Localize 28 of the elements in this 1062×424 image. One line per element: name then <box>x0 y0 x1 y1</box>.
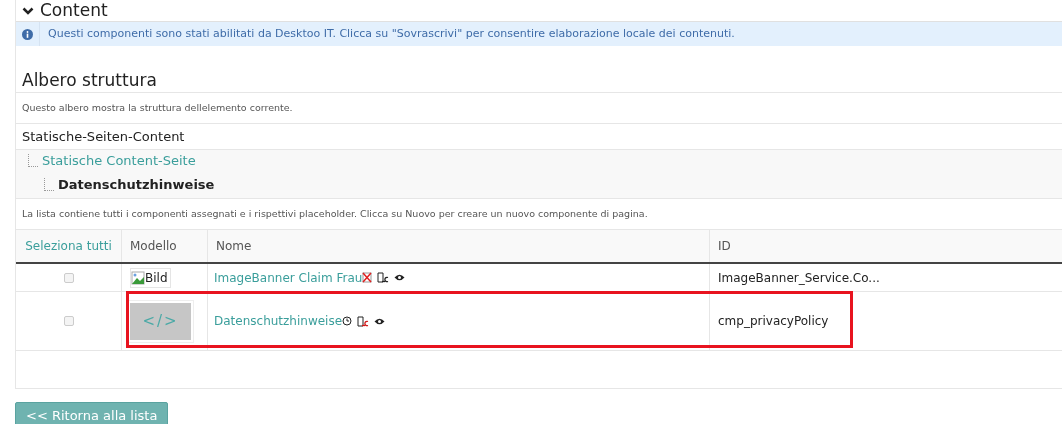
tree-link[interactable]: Statische Content-Seite <box>42 153 196 168</box>
column-header: Nome <box>216 238 252 255</box>
tree-item: Datenschutzhinweise <box>58 177 215 192</box>
info-text: Questi componenti sono stati abilitati da Desktoo IT. Clicca su "Sovrascrivi" per consentire elaborazione locale dei contenuti. <box>48 25 735 42</box>
page-icon[interactable] <box>377 272 390 283</box>
code-thumbnail: </> <box>130 302 191 340</box>
tree-description: Questo albero mostra la struttura dellelemento corrente. <box>22 100 293 115</box>
component-link[interactable]: Datenschutzhinweise <box>214 312 343 330</box>
clock-icon[interactable] <box>342 316 353 326</box>
chevron-down-icon[interactable] <box>22 6 34 15</box>
list-description: La lista contiene tutti i componenti assegnati e i rispettivi placeholder. Clicca su Nuovo per creare un nuovo componente di pagina. <box>22 206 648 221</box>
eye-icon[interactable] <box>374 317 386 325</box>
row-checkbox[interactable] <box>63 272 74 283</box>
crossed-page-icon[interactable] <box>362 272 373 283</box>
column-header: Modello <box>130 238 177 255</box>
table-cell-text: cmp_privacyPolicy <box>718 313 829 330</box>
column-header: ID <box>718 238 731 255</box>
eye-icon[interactable] <box>394 274 406 281</box>
back-button[interactable]: << Ritorna alla lista <box>15 402 169 424</box>
section-title: Content <box>40 2 108 19</box>
tree-item[interactable]: Statische-Seiten-Content <box>22 126 185 147</box>
tree-heading: Albero struttura <box>22 72 157 89</box>
component-link[interactable]: ImageBanner Claim Frau <box>214 268 363 287</box>
info-icon <box>22 28 33 40</box>
select-all-link[interactable]: Seleziona tutti <box>25 237 112 255</box>
row-checkbox[interactable] <box>63 316 74 326</box>
broken-image: Bild <box>130 267 171 288</box>
table-cell-text: ImageBanner_Service.Co... <box>718 269 880 287</box>
